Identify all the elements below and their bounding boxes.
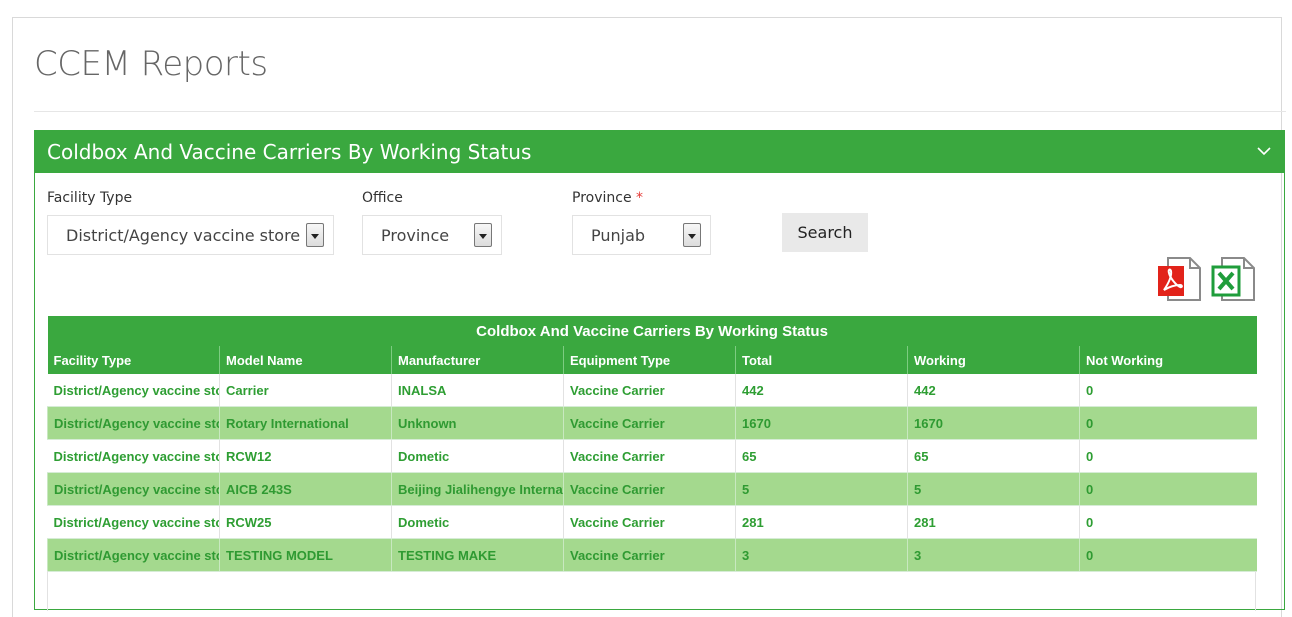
column-header[interactable]: Not Working [1078,346,1257,374]
table-cell: 65 [907,439,1080,473]
pdf-file-icon[interactable] [1156,254,1206,304]
table-cell: District/Agency vaccine store [47,538,220,572]
table-cell: 65 [735,439,908,473]
table-footer-area [47,571,1256,611]
panel-header[interactable]: Coldbox And Vaccine Carriers By Working … [34,130,1285,173]
table-cell: District/Agency vaccine store [47,406,220,440]
province-label-text: Province [572,190,632,206]
table-cell: TESTING MODEL [219,538,392,572]
table-cell: Vaccine Carrier [563,374,736,407]
required-marker: * [636,190,644,206]
page-title: CCEM Reports [34,44,268,84]
table-cell: Vaccine Carrier [563,472,736,506]
table-cell: 1670 [907,406,1080,440]
table-cell: 5 [907,472,1080,506]
table-cell: 0 [1078,406,1257,440]
dropdown-arrow-icon[interactable] [474,223,492,247]
table-row: District/Agency vaccine store RCW25 Dome… [47,505,1257,539]
table-cell: 3 [907,538,1080,572]
column-header[interactable]: Equipment Type [563,346,736,374]
table-cell: Vaccine Carrier [563,439,736,473]
table-cell: RCW25 [219,505,392,539]
table-cell: 0 [1078,472,1257,506]
title-divider [34,111,1286,112]
province-value: Punjab [591,226,646,245]
panel-title: Coldbox And Vaccine Carriers By Working … [47,140,532,164]
table-cell: Rotary International [219,406,392,440]
table-cell: TESTING MAKE [391,538,564,572]
column-header[interactable]: Total [735,346,908,374]
column-header[interactable]: Working [907,346,1080,374]
table-cell: 3 [735,538,908,572]
report-table: Coldbox And Vaccine Carriers By Working … [47,316,1257,572]
chevron-down-icon[interactable] [1255,142,1273,160]
facility-type-value: District/Agency vaccine store [66,226,301,245]
table-cell: Vaccine Carrier [563,505,736,539]
table-cell: District/Agency vaccine store [47,439,220,473]
excel-file-icon[interactable] [1210,254,1260,304]
table-row: District/Agency vaccine store AICB 243S … [47,472,1257,506]
facility-type-label: Facility Type [47,190,133,206]
office-label: Office [362,190,403,206]
table-cell: AICB 243S [219,472,392,506]
column-header[interactable]: Model Name [219,346,392,374]
office-select[interactable]: Province [362,215,502,255]
office-value: Province [381,226,450,245]
table-cell: 0 [1078,505,1257,539]
table-cell: 442 [735,374,908,407]
table-cell: Dometic [391,439,564,473]
table-cell: District/Agency vaccine store [47,505,220,539]
table-cell: 281 [907,505,1080,539]
table-cell: Unknown [391,406,564,440]
table-caption: Coldbox And Vaccine Carriers By Working … [47,316,1257,346]
table-cell: 1670 [735,406,908,440]
table-cell: RCW12 [219,439,392,473]
column-header[interactable]: Manufacturer [391,346,564,374]
table-cell: District/Agency vaccine store [47,374,220,407]
column-header[interactable]: Facility Type [47,346,220,374]
table-cell: 442 [907,374,1080,407]
dropdown-arrow-icon[interactable] [683,223,701,247]
table-cell: Carrier [219,374,392,407]
province-label: Province * [572,190,643,206]
dropdown-arrow-icon[interactable] [306,223,324,247]
table-row: District/Agency vaccine store RCW12 Dome… [47,439,1257,473]
table-cell: 0 [1078,439,1257,473]
table-cell: Beijing Jialihengye International [391,472,564,506]
table-cell: 5 [735,472,908,506]
table-cell: 281 [735,505,908,539]
table-cell: District/Agency vaccine store [47,472,220,506]
facility-type-select[interactable]: District/Agency vaccine store [47,215,334,255]
table-cell: Vaccine Carrier [563,406,736,440]
table-row: District/Agency vaccine store Carrier IN… [47,374,1257,407]
table-cell: 0 [1078,538,1257,572]
table-row: District/Agency vaccine store Rotary Int… [47,406,1257,440]
province-select[interactable]: Punjab [572,215,711,255]
search-button[interactable]: Search [782,213,868,252]
table-cell: Vaccine Carrier [563,538,736,572]
table-cell: INALSA [391,374,564,407]
table-cell: 0 [1078,374,1257,407]
table-cell: Dometic [391,505,564,539]
table-row: District/Agency vaccine store TESTING MO… [47,538,1257,572]
